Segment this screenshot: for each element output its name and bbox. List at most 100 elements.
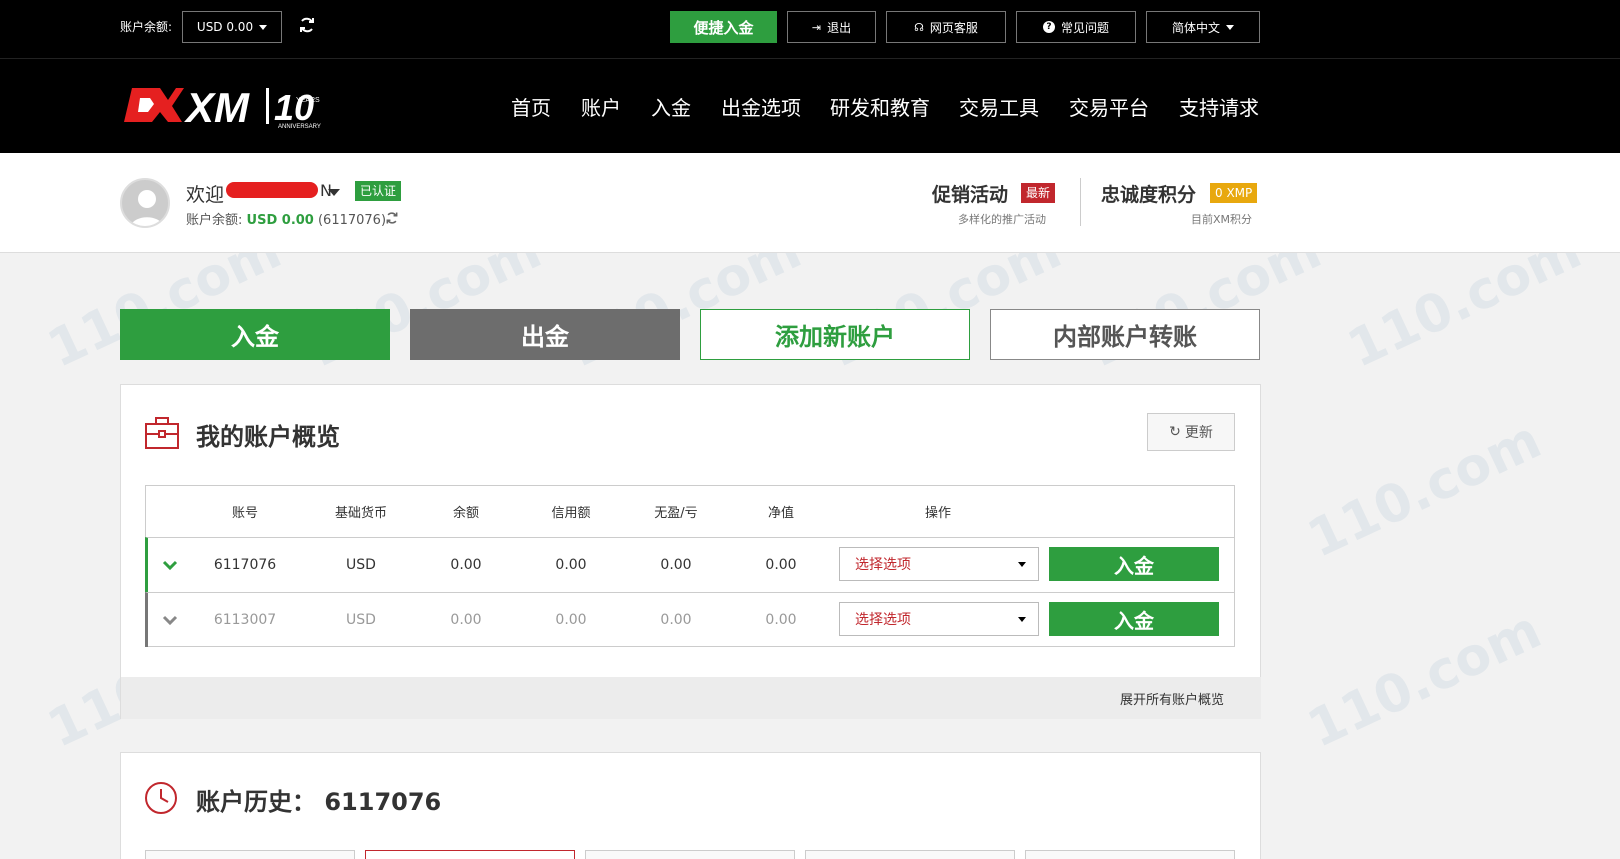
chevron-down-icon[interactable] [162,556,178,571]
pl-cell: 0.00 [660,612,692,628]
credit-cell: 0.00 [555,557,587,573]
history-account-number: 6117076 [324,788,442,816]
account-number: 6117076 [213,557,277,573]
redacted-username [226,182,318,198]
refresh-icon[interactable] [298,16,316,34]
account-number: 6113007 [213,612,277,628]
logo-anniversary: ANNIVERSARY [278,124,321,130]
promotions-link[interactable]: 促销活动 [932,180,1008,207]
action-select-value: 选择选项 [855,612,911,628]
balance-dropdown-value: USD 0.00 [196,20,254,34]
chevron-down-icon [1018,561,1026,567]
logo-text: XM [184,84,250,130]
balance-dropdown[interactable]: USD 0.00 [182,11,282,43]
support-button[interactable]: ☊ 网页客服 [886,11,1006,43]
user-menu-chevron-icon[interactable] [328,189,340,196]
faq-button[interactable]: ? 常见问题 [1016,11,1136,43]
column-header: 操作 [924,506,952,521]
history-tab[interactable] [805,850,1015,859]
header-divider [1080,178,1081,226]
loyalty-link[interactable]: 忠诚度积分 [1101,180,1196,207]
nav-item-accounts[interactable]: 账户 [581,92,621,121]
balance-cell: 0.00 [450,557,482,573]
xm-logo[interactable]: XM 10 YEARS ANNIVERSARY [120,82,340,131]
history-tab[interactable] [1025,850,1235,859]
column-header: 净值 [767,506,795,521]
column-header: 账号 [231,506,259,521]
account-ref: (6117076) [317,213,387,228]
chevron-down-icon [1018,616,1026,622]
history-tab[interactable] [145,850,355,859]
headset-icon: ☊ [914,20,924,34]
refresh-icon[interactable] [385,210,399,224]
credit-cell: 0.00 [555,612,587,628]
loyalty-subtitle: 目前XM积分 [1191,213,1253,226]
action-select[interactable]: 选择选项 [839,547,1039,581]
logout-button[interactable]: ⇥ 退出 [787,11,876,43]
language-dropdown[interactable]: 简体中文 [1146,11,1260,43]
chevron-down-icon [259,24,268,30]
base-currency: USD [346,557,376,573]
faq-label: 常见问题 [1060,20,1109,35]
expand-all-link[interactable]: 展开所有账户概览 [1120,689,1224,708]
logout-label: 退出 [827,20,852,35]
logo-years-badge: YEARS [296,97,320,104]
welcome-text: 欢迎 [186,184,225,206]
history-tab[interactable] [585,850,795,859]
history-title-label: 账户历史： [196,788,316,816]
add-account-button[interactable]: 添加新账户 [700,309,970,360]
xmp-badge: 0 XMP [1210,183,1258,203]
account-balance-line: 账户余额: USD 0.00 (6117076) [186,209,386,228]
verified-badge: 已认证 [355,181,402,201]
balance-cell: 0.00 [450,612,482,628]
question-icon: ? [1042,21,1055,33]
base-currency: USD [346,612,376,628]
chevron-down-icon [1226,24,1234,30]
watermark: 110.com [1298,410,1551,570]
support-label: 网页客服 [929,20,978,35]
overview-title: 我的账户概览 [196,423,340,451]
nav-item-research[interactable]: 研发和教育 [830,92,930,121]
nav-item-withdrawal[interactable]: 出金选项 [721,92,801,121]
briefcase-icon [144,414,180,450]
action-select[interactable]: 选择选项 [839,602,1039,636]
user-header [0,153,1620,253]
history-title: 账户历史： 6117076 [196,782,441,817]
refresh-icon: ↻ [1169,424,1181,440]
expand-bar [121,677,1261,719]
logout-icon: ⇥ [811,20,822,34]
row-deposit-button[interactable]: 入金 [1049,602,1219,636]
pl-cell: 0.00 [660,557,692,573]
balance-label: 账户余额: [120,20,173,34]
row-deposit-button[interactable]: 入金 [1049,547,1219,581]
refresh-button[interactable]: ↻ 更新 [1147,413,1235,451]
promotions-subtitle: 多样化的推广活动 [958,213,1046,226]
balance-label: 账户余额: [186,213,243,228]
equity-cell: 0.00 [765,612,797,628]
column-header: 基础货币 [334,506,388,521]
refresh-label: 更新 [1184,425,1213,441]
nav-item-deposit[interactable]: 入金 [651,92,691,121]
quick-deposit-button[interactable]: 便捷入金 [670,11,777,43]
internal-transfer-button[interactable]: 内部账户转账 [990,309,1260,360]
balance-value: USD 0.00 [246,213,314,228]
nav-item-home[interactable]: 首页 [511,92,551,121]
withdraw-button[interactable]: 出金 [410,309,680,360]
watermark: 110.com [1298,600,1551,760]
column-header: 信用额 [551,506,591,521]
column-header: 余额 [452,506,480,521]
language-label: 简体中文 [1171,20,1220,35]
history-tab[interactable] [365,850,575,859]
new-badge: 最新 [1021,183,1056,203]
deposit-button[interactable]: 入金 [120,309,390,360]
nav-item-tools[interactable]: 交易工具 [959,92,1039,121]
nav-item-platforms[interactable]: 交易平台 [1069,92,1149,121]
action-select-value: 选择选项 [855,557,911,573]
chevron-down-icon[interactable] [162,611,178,626]
nav-item-support[interactable]: 支持请求 [1179,92,1259,121]
equity-cell: 0.00 [765,557,797,573]
logo-years: 10 [274,87,314,128]
clock-icon [143,780,179,816]
column-header: 无盈/亏 [654,506,698,521]
avatar[interactable] [120,178,170,228]
